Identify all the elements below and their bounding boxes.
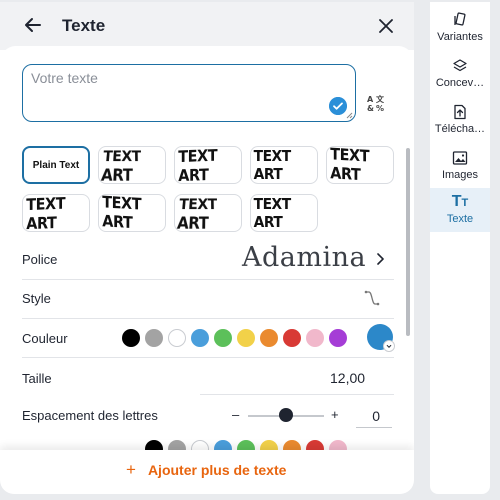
- curve-path-icon[interactable]: [364, 290, 380, 306]
- style-tile-text-art[interactable]: TEXT ART: [174, 194, 242, 234]
- nav-item-label: Concev…: [435, 77, 485, 89]
- style-tile-text-art[interactable]: TEXT ART: [250, 194, 318, 232]
- color-swatch[interactable]: [145, 329, 163, 347]
- content-top-edge: [0, 46, 414, 66]
- nav-item-design[interactable]: Concev…: [430, 58, 490, 89]
- font-label: Police: [22, 252, 58, 267]
- color-swatch[interactable]: [329, 329, 347, 347]
- app-stage: Texte A 文 & % Plain Text TE: [0, 0, 500, 500]
- nav-item-label: Texte: [446, 213, 474, 225]
- color-swatch[interactable]: [306, 329, 324, 347]
- size-label: Taille: [22, 371, 52, 386]
- color-swatch[interactable]: [191, 329, 209, 347]
- style-tile-label: TEXT ART: [102, 192, 142, 233]
- style-tile-text-art[interactable]: TEXT ART: [22, 193, 90, 234]
- divider: [22, 279, 394, 280]
- chevron-down-icon: [383, 340, 395, 352]
- panel-title: Texte: [62, 16, 106, 35]
- text-icon: TT: [451, 193, 469, 210]
- panel-scrollbar[interactable]: [406, 148, 410, 336]
- back-arrow-icon[interactable]: [22, 14, 44, 36]
- style-tile-label: TEXT ART: [253, 195, 292, 231]
- nav-item-variants[interactable]: Variantes: [430, 12, 490, 43]
- style-tile-label: Plain Text: [32, 159, 80, 171]
- nav-item-label: Télécha…: [434, 123, 486, 135]
- spacing-value-field[interactable]: 0: [356, 400, 392, 428]
- spacing-increase-button[interactable]: +: [331, 407, 339, 422]
- font-preview[interactable]: Adamina: [242, 242, 366, 273]
- text-panel: Texte A 文 & % Plain Text TE: [0, 2, 414, 494]
- spacing-label: Espacement des lettres: [22, 408, 158, 423]
- svg-text:&: &: [367, 104, 374, 113]
- spacing-slider-handle[interactable]: [279, 408, 293, 422]
- text-input[interactable]: [31, 70, 331, 114]
- color-label: Couleur: [22, 331, 68, 346]
- resize-grip-icon[interactable]: [346, 112, 353, 119]
- style-tile-text-art[interactable]: TEXT ART: [250, 146, 318, 184]
- nav-item-label: Images: [441, 169, 479, 181]
- add-more-text-label: Ajouter plus de texte: [147, 462, 287, 478]
- style-tile-label: TEXT ART: [330, 144, 370, 185]
- chevron-right-icon[interactable]: [374, 253, 386, 265]
- svg-text:文: 文: [376, 94, 385, 104]
- size-field-underline: [200, 394, 394, 395]
- variants-icon: [454, 12, 466, 26]
- selected-color-swatch[interactable]: [367, 324, 395, 352]
- svg-text:%: %: [376, 104, 384, 113]
- side-navigation: Variantes Concev… Télécha… Images TT Tex…: [430, 2, 490, 494]
- image-icon: [452, 151, 468, 165]
- color-swatch[interactable]: [168, 329, 186, 347]
- layers-icon: [453, 59, 467, 72]
- plus-icon: +: [126, 460, 136, 479]
- close-icon[interactable]: [376, 16, 396, 36]
- color-swatch[interactable]: [260, 329, 278, 347]
- color-swatch[interactable]: [122, 329, 140, 347]
- color-swatch[interactable]: [214, 329, 232, 347]
- nav-item-upload[interactable]: Télécha…: [430, 104, 490, 135]
- spacing-decrease-button[interactable]: –: [232, 407, 239, 422]
- add-more-text-button[interactable]: + Ajouter plus de texte: [126, 460, 286, 480]
- style-tile-label: TEXT ART: [178, 145, 218, 186]
- panel-header: Texte: [0, 2, 414, 50]
- nav-item-images[interactable]: Images: [430, 150, 490, 181]
- nav-item-label: Variantes: [437, 31, 483, 43]
- style-tile-label: TEXT ART: [253, 147, 292, 183]
- color-swatch[interactable]: [283, 329, 301, 347]
- style-tile-text-art[interactable]: TEXT ART: [174, 145, 242, 186]
- check-circle-icon[interactable]: [329, 97, 347, 115]
- style-tile-plain-text[interactable]: Plain Text: [22, 146, 90, 184]
- svg-text:A: A: [367, 95, 374, 104]
- size-value-field[interactable]: 12,00: [330, 370, 365, 386]
- translate-icon[interactable]: A 文 & %: [366, 94, 386, 114]
- text-input-box: [22, 64, 356, 122]
- style-tile-text-art[interactable]: TEXT ART: [98, 146, 166, 186]
- divider: [22, 357, 394, 358]
- style-tile-label: TEXT ART: [100, 147, 142, 186]
- nav-item-text[interactable]: TT Texte: [430, 193, 490, 226]
- color-swatch[interactable]: [237, 329, 255, 347]
- style-tile-label: TEXT ART: [26, 193, 66, 234]
- style-tile-text-art[interactable]: TEXT ART: [98, 192, 166, 233]
- divider: [22, 318, 394, 319]
- style-tile-text-art[interactable]: TEXT ART: [326, 144, 394, 185]
- style-tile-label: TEXT ART: [176, 195, 218, 234]
- upload-icon: [454, 104, 466, 120]
- style-label: Style: [22, 291, 51, 306]
